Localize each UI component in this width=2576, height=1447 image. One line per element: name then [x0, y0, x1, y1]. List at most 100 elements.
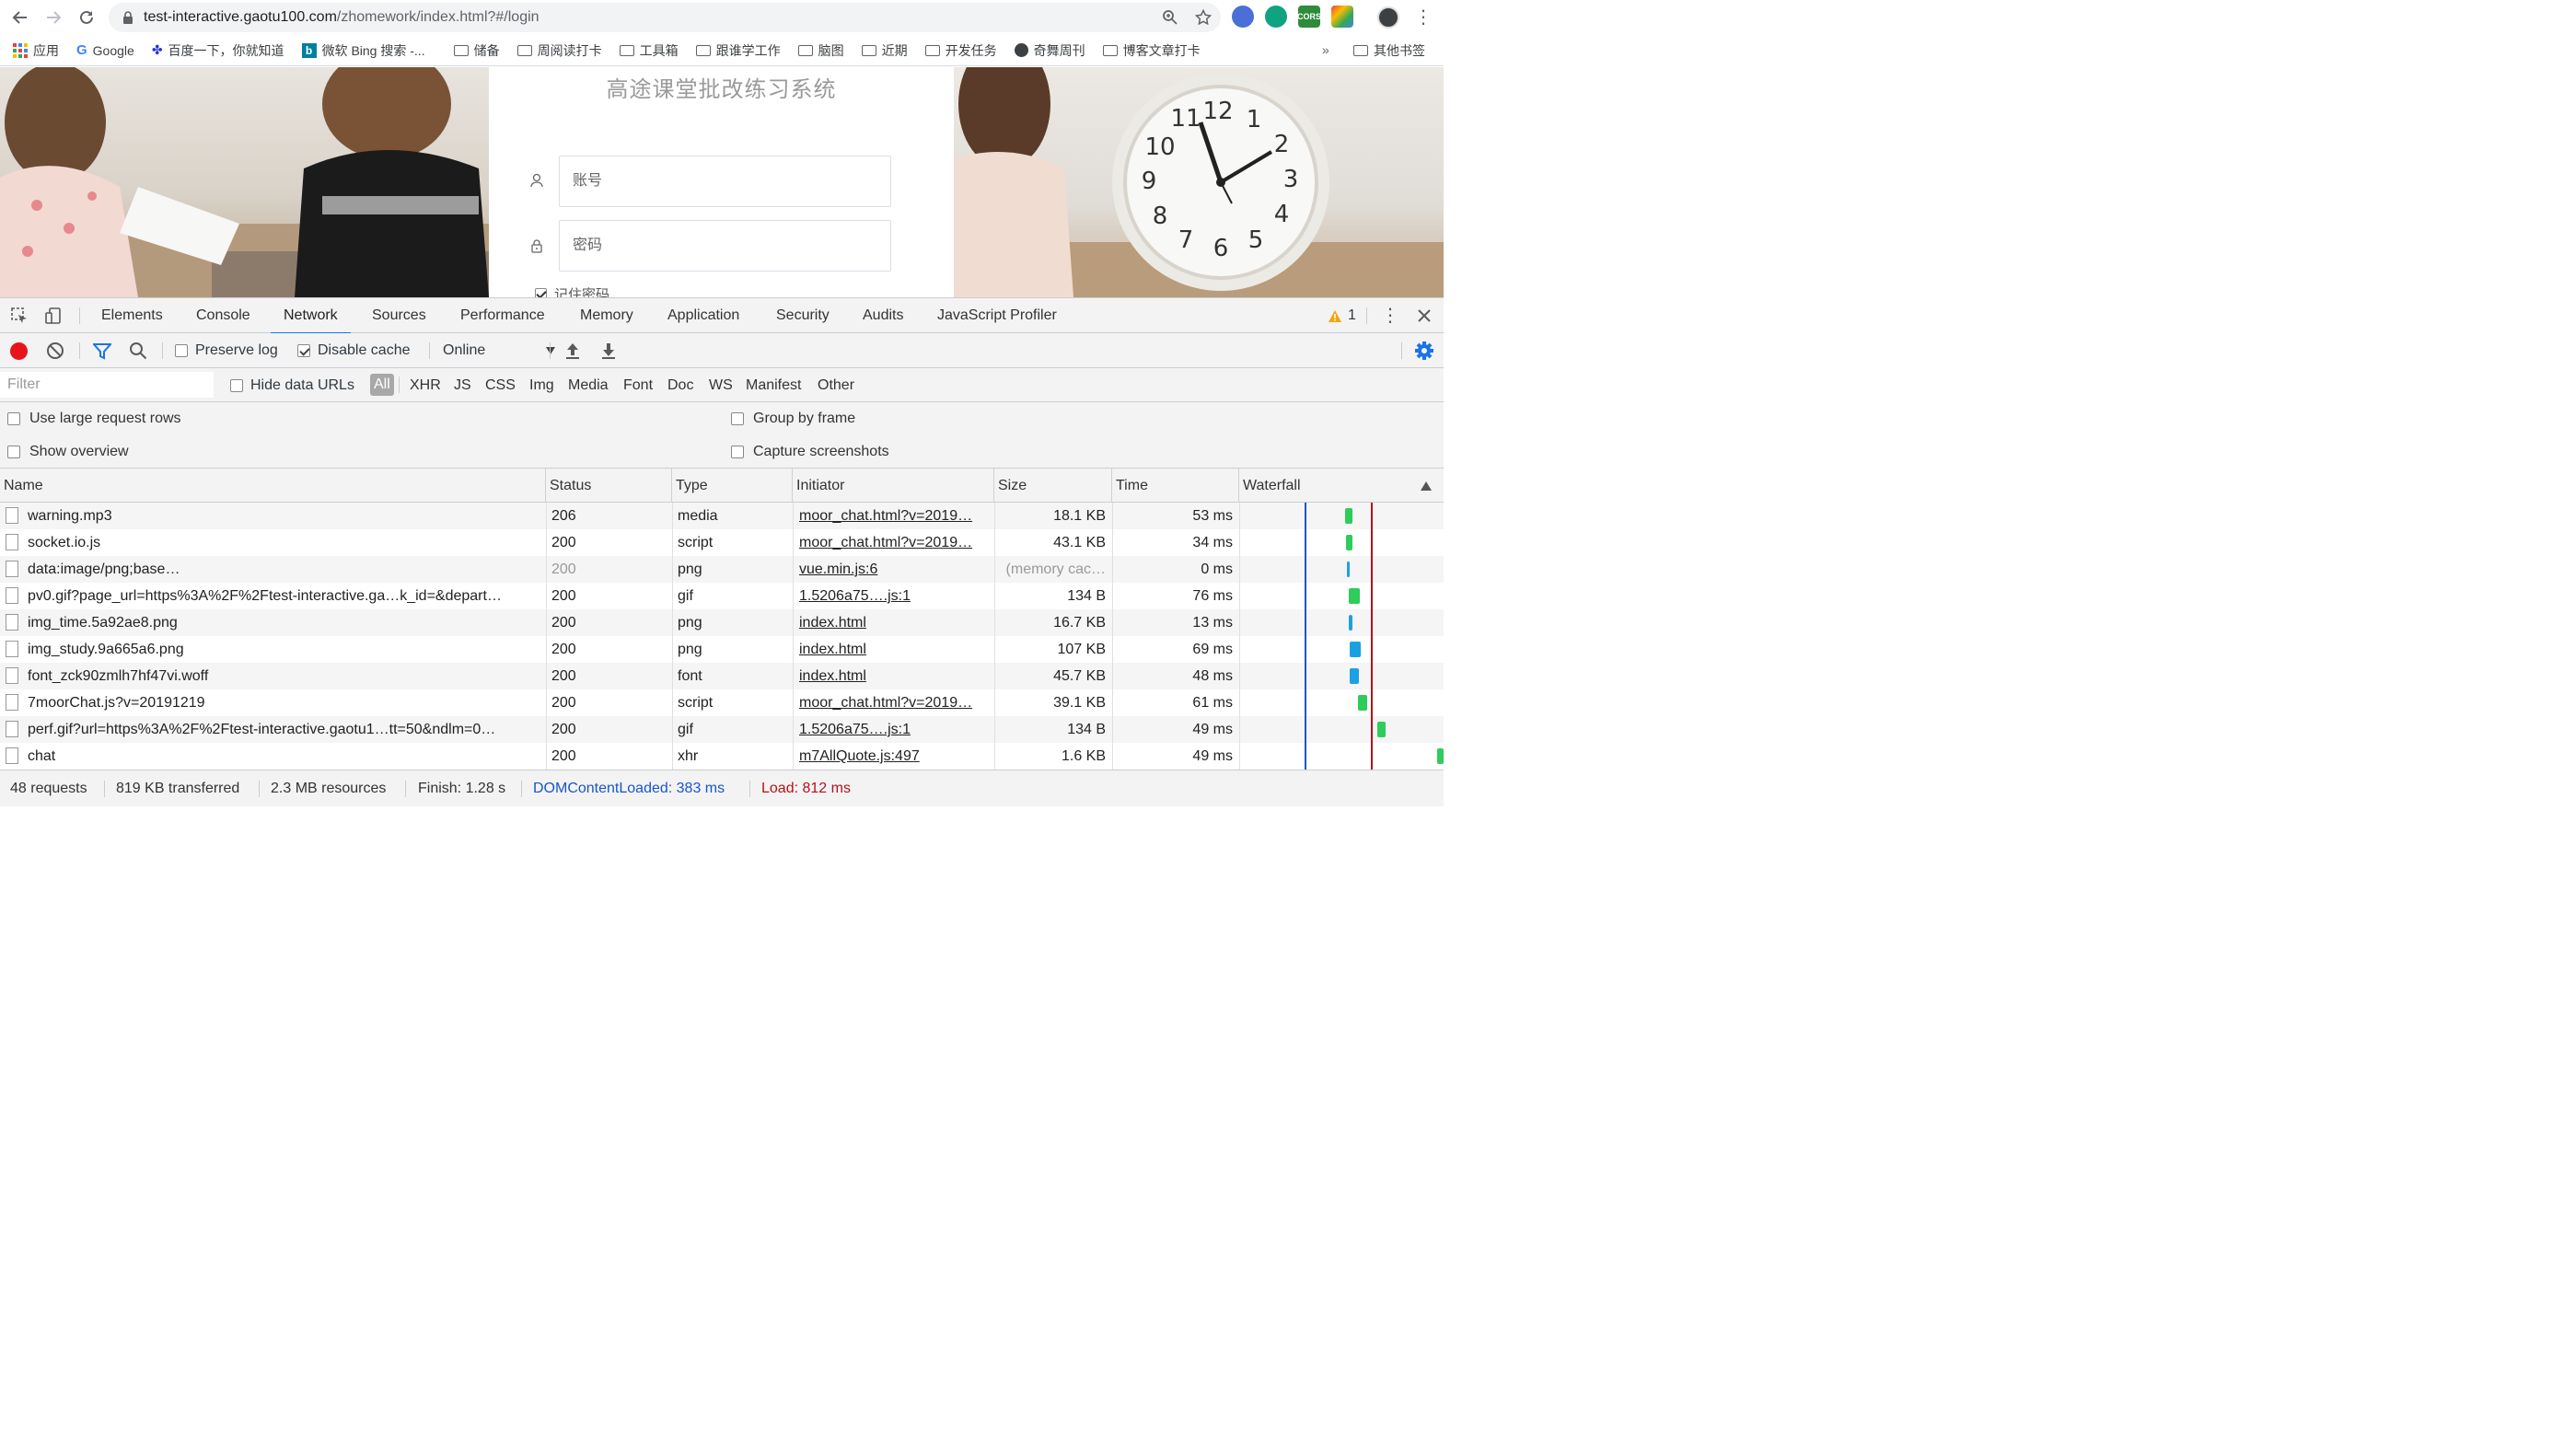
inspect-element-icon[interactable]: [10, 307, 29, 325]
bookmark-baidu[interactable]: ✤ 百度一下，你就知道: [152, 41, 284, 60]
extension-chatgpt-icon[interactable]: [1265, 6, 1287, 28]
bookmark-apps[interactable]: 应用: [13, 41, 59, 60]
disable-cache-checkbox[interactable]: [297, 344, 310, 357]
filter-icon[interactable]: [93, 343, 111, 360]
tab-memory[interactable]: Memory: [580, 298, 633, 333]
other-bookmarks[interactable]: 其他书签: [1353, 35, 1425, 66]
type-filter-all[interactable]: All: [370, 374, 394, 396]
column-time[interactable]: Time: [1112, 469, 1239, 503]
warnings-counter[interactable]: 1: [1328, 298, 1356, 333]
column-type[interactable]: Type: [672, 469, 793, 503]
bookmark-folder[interactable]: 周阅读打卡: [516, 41, 602, 60]
request-initiator-link[interactable]: vue.min.js:6: [799, 556, 987, 583]
export-har-icon[interactable]: [600, 341, 617, 360]
table-row[interactable]: pv0.gif?page_url=https%3A%2F%2Ftest-inte…: [0, 583, 1444, 609]
column-name[interactable]: Name: [0, 469, 546, 503]
password-field[interactable]: [559, 220, 891, 272]
device-toolbar-icon[interactable]: [44, 307, 63, 325]
request-initiator-link[interactable]: m7AllQuote.js:497: [799, 743, 987, 770]
large-rows-option[interactable]: Use large request rows: [7, 411, 181, 427]
show-overview-option[interactable]: Show overview: [7, 444, 129, 460]
table-row[interactable]: img_study.9a665a6.png 200 png index.html 107…: [0, 636, 1444, 663]
table-row[interactable]: font_zck90zmlh7hf47vi.woff 200 font index.h…: [0, 663, 1444, 689]
reload-icon[interactable]: [70, 1, 103, 34]
group-by-frame-option[interactable]: Group by frame: [731, 411, 855, 427]
browser-menu-icon[interactable]: ⋮: [1414, 6, 1433, 29]
forward-icon[interactable]: [37, 1, 70, 34]
tab-sources[interactable]: Sources: [372, 298, 426, 333]
close-devtools-icon[interactable]: [1417, 308, 1432, 323]
tab-application[interactable]: Application: [667, 298, 739, 333]
extension-color-icon[interactable]: [1331, 6, 1353, 28]
show-overview-checkbox[interactable]: [7, 446, 20, 458]
hide-data-urls-checkbox[interactable]: [230, 378, 243, 392]
account-field[interactable]: [559, 156, 891, 207]
preserve-log-option[interactable]: Preserve log: [175, 333, 278, 368]
capture-screenshots-checkbox[interactable]: [731, 446, 744, 458]
tab-performance[interactable]: Performance: [460, 298, 545, 333]
bookmark-folder[interactable]: 博客文章打卡: [1102, 41, 1201, 60]
request-initiator-link[interactable]: moor_chat.html?v=2019…: [799, 689, 987, 716]
clear-icon[interactable]: [46, 341, 64, 360]
bookmark-bing[interactable]: b 微软 Bing 搜索 -...: [301, 41, 425, 60]
table-row[interactable]: data:image/png;base… 200 png vue.min.js:6 (m…: [0, 556, 1444, 583]
type-filter-font[interactable]: Font: [623, 368, 653, 402]
type-filter-js[interactable]: JS: [454, 368, 471, 402]
column-status[interactable]: Status: [546, 469, 672, 503]
table-row[interactable]: 7moorChat.js?v=20191219 200 script moor_cha…: [0, 689, 1444, 716]
table-row[interactable]: img_time.5a92ae8.png 200 png index.html 16.7…: [0, 609, 1444, 636]
sort-ascending-icon[interactable]: [1421, 481, 1432, 491]
type-filter-xhr[interactable]: XHR: [410, 368, 441, 402]
extension-cors-icon[interactable]: CORS: [1297, 6, 1321, 28]
request-initiator-link[interactable]: moor_chat.html?v=2019…: [799, 529, 987, 556]
back-icon[interactable]: [4, 1, 37, 34]
bookmark-folder[interactable]: 工具箱: [619, 41, 679, 60]
remember-password[interactable]: 记住密码: [535, 284, 609, 297]
tab-javascript-profiler[interactable]: JavaScript Profiler: [937, 298, 1057, 333]
capture-screenshots-option[interactable]: Capture screenshots: [731, 444, 889, 460]
tab-audits[interactable]: Audits: [863, 298, 903, 333]
group-by-frame-checkbox[interactable]: [731, 412, 744, 425]
bookmark-folder[interactable]: 近期: [861, 41, 908, 60]
column-size[interactable]: Size: [994, 469, 1112, 503]
account-input[interactable]: [560, 156, 890, 206]
bookmark-folder[interactable]: 储备: [453, 41, 500, 60]
request-initiator-link[interactable]: index.html: [799, 636, 987, 663]
bookmark-google[interactable]: G Google: [76, 42, 134, 58]
table-row[interactable]: socket.io.js 200 script moor_chat.html?v=20…: [0, 529, 1444, 556]
bookmarks-overflow-button[interactable]: »: [1322, 42, 1329, 57]
zoom-icon[interactable]: [1162, 9, 1178, 26]
remember-checkbox[interactable]: [535, 288, 547, 297]
bookmark-folder[interactable]: 脑图: [797, 41, 844, 60]
request-initiator-link[interactable]: index.html: [799, 663, 987, 689]
star-icon[interactable]: [1195, 9, 1212, 26]
password-input[interactable]: [560, 221, 890, 271]
tab-console[interactable]: Console: [196, 298, 250, 333]
type-filter-img[interactable]: Img: [529, 368, 554, 402]
type-filter-manifest[interactable]: Manifest: [746, 368, 801, 402]
tab-elements[interactable]: Elements: [101, 298, 163, 333]
search-icon[interactable]: [129, 341, 147, 360]
throttling-select[interactable]: Online: [443, 333, 556, 368]
request-initiator-link[interactable]: 1.5206a75….js:1: [799, 583, 987, 609]
extension-globe-icon[interactable]: [1232, 6, 1254, 28]
address-bar[interactable]: test-interactive.gaotu100.com/zhomework/…: [109, 3, 1221, 32]
column-waterfall[interactable]: Waterfall: [1239, 469, 1444, 503]
tab-network[interactable]: Network: [271, 298, 351, 334]
request-initiator-link[interactable]: moor_chat.html?v=2019…: [799, 503, 987, 529]
tab-security[interactable]: Security: [776, 298, 830, 333]
type-filter-css[interactable]: CSS: [485, 368, 516, 402]
request-initiator-link[interactable]: index.html: [799, 609, 987, 636]
record-button[interactable]: [10, 342, 28, 360]
network-settings-gear-icon[interactable]: [1414, 341, 1434, 361]
table-row[interactable]: chat 200 xhr m7AllQuote.js:497 1.6 KB 49 ms: [0, 743, 1444, 770]
import-har-icon[interactable]: [564, 341, 581, 360]
type-filter-ws[interactable]: WS: [709, 368, 733, 402]
bookmark-folder[interactable]: 开发任务: [924, 41, 997, 60]
disable-cache-option[interactable]: Disable cache: [297, 333, 411, 368]
profile-avatar[interactable]: [1377, 6, 1399, 29]
large-rows-checkbox[interactable]: [7, 412, 20, 425]
type-filter-other[interactable]: Other: [818, 368, 854, 402]
table-row[interactable]: perf.gif?url=https%3A%2F%2Ftest-interact…: [0, 716, 1444, 743]
bookmark-folder[interactable]: 跟谁学工作: [695, 41, 781, 60]
